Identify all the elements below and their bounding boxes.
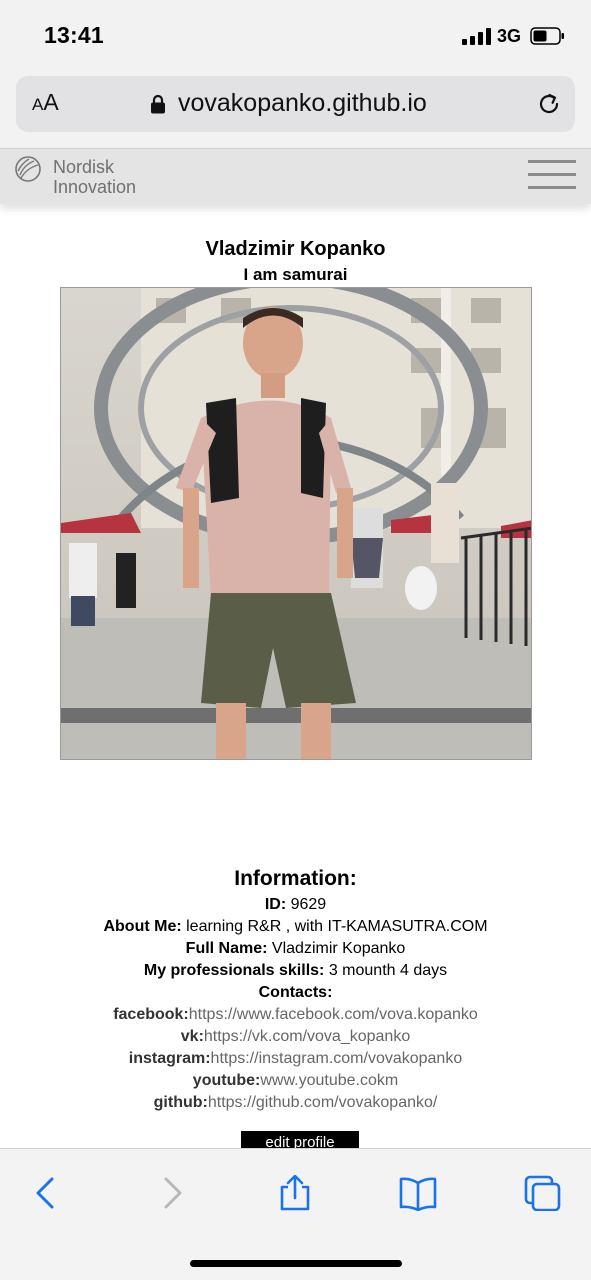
battery-icon: [530, 27, 564, 45]
id-label: ID:: [264, 896, 287, 913]
id-value: 9629: [290, 896, 327, 913]
contact-link[interactable]: https://github.com/vovakopanko/: [208, 1094, 437, 1111]
fullname-value: Vladzimir Kopanko: [271, 940, 406, 957]
logo-line-2: Innovation: [53, 177, 137, 197]
contact-instagram: instagram:https://instagram.com/vovakopa…: [0, 1050, 591, 1068]
tabs-icon[interactable]: [523, 1175, 563, 1211]
profile-status: I am samurai: [243, 265, 348, 284]
contact-label: instagram:: [128, 1050, 211, 1067]
browser-toolbar: [0, 1148, 591, 1280]
avatar-photo: [61, 288, 531, 759]
hamburger-menu-icon[interactable]: [528, 160, 576, 190]
info-skills: My professionals skills: 3 mounth 4 days: [0, 962, 591, 980]
site-logo-text[interactable]: Nordisk Innovation: [53, 157, 136, 197]
profile-avatar: [60, 287, 532, 760]
information-title: Information:: [234, 867, 357, 890]
about-label: About Me:: [103, 918, 182, 935]
skills-label: My professionals skills:: [143, 962, 325, 979]
about-value: learning R&R , with IT-KAMASUTRA.COM: [186, 918, 488, 935]
contact-link[interactable]: https://instagram.com/vovakopanko: [211, 1050, 463, 1067]
contact-link[interactable]: www.youtube.cokm: [260, 1072, 398, 1089]
fullname-label: Full Name:: [185, 940, 268, 957]
contact-link[interactable]: https://www.facebook.com/vova.kopanko: [189, 1006, 478, 1023]
contact-link[interactable]: https://vk.com/vova_kopanko: [204, 1028, 410, 1045]
bookmarks-icon[interactable]: [398, 1175, 438, 1211]
address-bar[interactable]: AA vovakopanko.github.io: [16, 76, 575, 132]
logo-line-1: Nordisk: [53, 157, 115, 177]
contact-facebook: facebook:https://www.facebook.com/vova.k…: [0, 1006, 591, 1024]
contacts-heading: Contacts:: [0, 984, 591, 1002]
contact-github: github:https://github.com/vovakopanko/: [0, 1094, 591, 1112]
url-text[interactable]: vovakopanko.github.io: [178, 89, 427, 118]
contact-label: vk:: [180, 1028, 204, 1045]
status-bar: 13:41 3G: [0, 0, 591, 70]
site-header: Nordisk Innovation: [0, 148, 591, 204]
contacts-label: Contacts:: [258, 984, 333, 1001]
info-id: ID: 9629: [0, 896, 591, 914]
network-type: 3G: [497, 26, 522, 46]
lock-icon: [151, 94, 165, 114]
contact-label: github:: [153, 1094, 208, 1111]
signal-icon: [462, 28, 492, 45]
skills-value: 3 mounth 4 days: [328, 962, 448, 979]
contact-label: youtube:: [192, 1072, 261, 1089]
profile-name: Vladzimir Kopanko: [205, 238, 386, 260]
contact-label: facebook:: [113, 1006, 189, 1023]
nordisk-logo-icon[interactable]: [14, 155, 42, 183]
contact-vk: vk:https://vk.com/vova_kopanko: [0, 1028, 591, 1046]
browser-chrome: AA vovakopanko.github.io: [0, 70, 591, 148]
reload-icon[interactable]: [535, 90, 563, 118]
share-icon[interactable]: [275, 1175, 315, 1211]
home-indicator: [190, 1260, 402, 1267]
info-about: About Me: learning R&R , with IT-KAMASUT…: [0, 918, 591, 936]
contact-youtube: youtube:www.youtube.cokm: [0, 1072, 591, 1090]
info-fullname: Full Name: Vladzimir Kopanko: [0, 940, 591, 958]
status-time: 13:41: [44, 22, 104, 48]
back-icon[interactable]: [26, 1175, 66, 1211]
reader-settings-button[interactable]: AA: [32, 89, 59, 116]
forward-icon[interactable]: [152, 1175, 192, 1211]
